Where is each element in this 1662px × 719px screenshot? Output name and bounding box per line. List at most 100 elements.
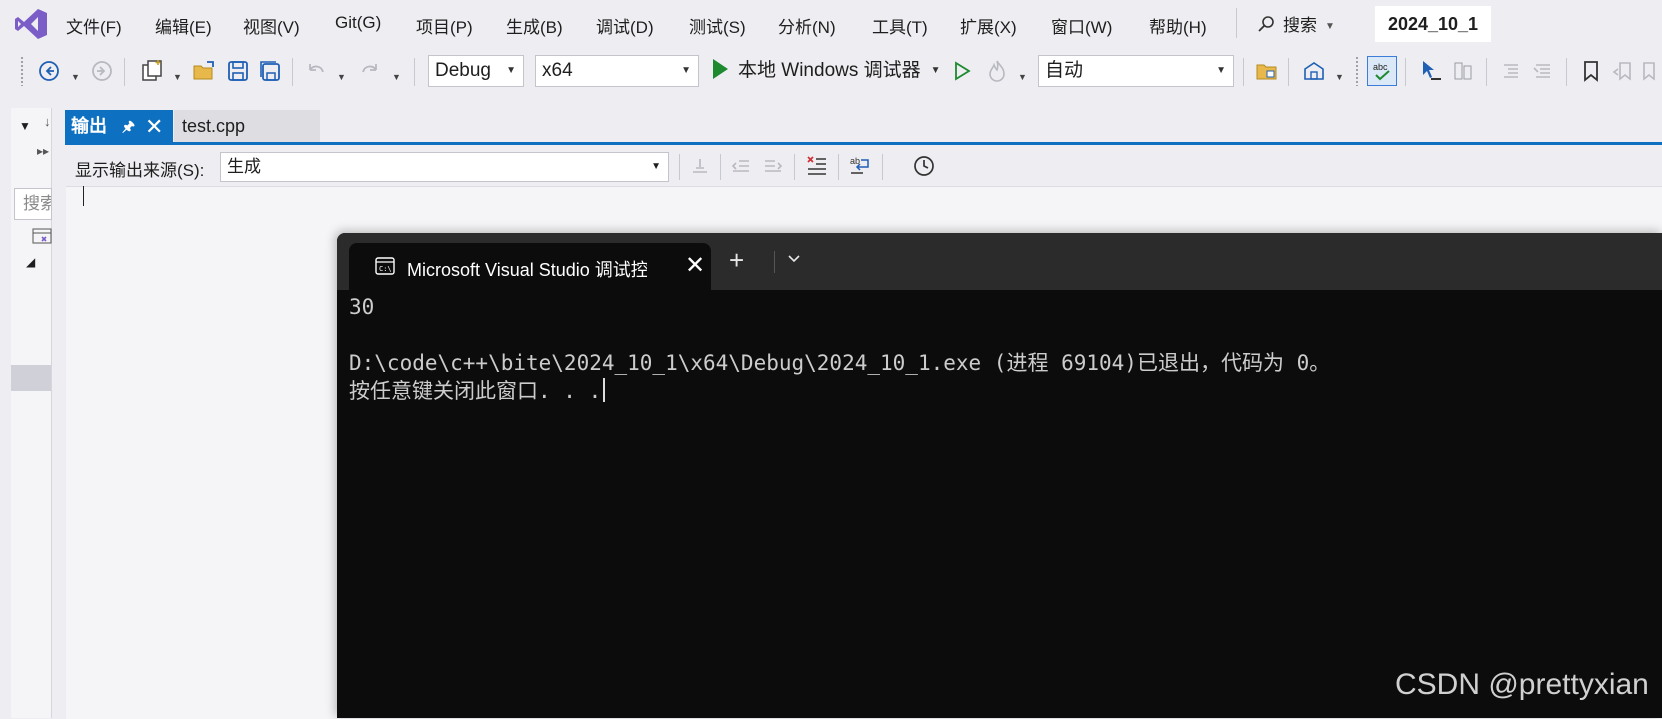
open-folder-icon[interactable] (191, 58, 217, 84)
chevron-down-icon: ▼ (681, 65, 691, 76)
start-without-debugging-icon[interactable] (949, 58, 975, 84)
tab-test-cpp[interactable]: test.cpp (174, 110, 320, 143)
menu-test[interactable]: 测试(S) (689, 13, 746, 38)
menu-help[interactable]: 帮助(H) (1149, 13, 1207, 38)
new-project-icon[interactable] (139, 58, 165, 84)
panel-pin-icon[interactable]: ↓ (44, 114, 51, 129)
chevron-down-icon: ▼ (651, 161, 661, 172)
solution-configuration-value: Debug (435, 60, 491, 81)
menu-debug[interactable]: 调试(D) (596, 13, 654, 38)
text-caret (83, 186, 84, 206)
redo-icon[interactable] (357, 58, 383, 84)
menu-analyze[interactable]: 分析(N) (778, 13, 836, 38)
play-icon (713, 59, 728, 79)
menu-file[interactable]: 文件(F) (66, 13, 122, 38)
menu-view[interactable]: 视图(V) (243, 13, 300, 38)
output-toolbar-divider (794, 154, 795, 180)
pointer-select-icon[interactable] (1418, 58, 1444, 84)
terminal-title-divider (774, 251, 775, 273)
clear-all-icon[interactable] (805, 154, 829, 178)
find-message-icon[interactable] (688, 154, 712, 178)
back-dropdown-icon[interactable]: ▼ (71, 72, 80, 82)
hot-reload-icon[interactable] (984, 58, 1010, 84)
chevron-down-icon[interactable]: ▼ (931, 65, 941, 76)
class-diagram-icon[interactable] (32, 228, 52, 246)
solution-platform-select[interactable]: x64 ▼ (535, 55, 699, 87)
uncomment-lines-icon[interactable] (1530, 58, 1556, 84)
menu-tools[interactable]: 工具(T) (872, 13, 928, 38)
search-button[interactable]: 搜索 ▼ (1257, 11, 1335, 36)
toolbar-divider (292, 58, 293, 86)
save-icon[interactable] (225, 58, 251, 84)
left-panel-selected-row[interactable] (11, 365, 51, 391)
panel-overflow-icon[interactable]: ▸▸ (37, 144, 49, 158)
left-panel-search-input[interactable]: 搜索 (14, 188, 52, 220)
terminal-line: 按任意键关闭此窗口. . . (349, 379, 602, 403)
previous-message-icon[interactable] (729, 154, 753, 178)
close-icon[interactable]: ✕ (145, 110, 163, 143)
terminal-prompt-line: 按任意键关闭此窗口. . . (349, 377, 1330, 405)
tree-expander-icon[interactable]: ◢ (26, 255, 35, 269)
next-message-icon[interactable] (761, 154, 785, 178)
next-bookmark-icon[interactable] (1640, 58, 1662, 84)
menu-build[interactable]: 生成(B) (506, 13, 563, 38)
output-source-label: 显示输出来源(S): (75, 161, 205, 180)
start-debugging-label: 本地 Windows 调试器 (738, 60, 921, 81)
toolbar-divider (1288, 58, 1289, 86)
search-icon (1258, 16, 1274, 32)
word-wrap-icon[interactable]: ab (848, 154, 872, 178)
terminal-line: 30 (349, 295, 375, 319)
auto-select-value: 自动 (1045, 60, 1084, 81)
solution-configuration-select[interactable]: Debug ▼ (428, 55, 524, 87)
class-view-icon[interactable] (1301, 58, 1327, 84)
tab-output[interactable]: 输出 🖈 ✕ (65, 110, 173, 143)
auto-select[interactable]: 自动 ▼ (1038, 55, 1234, 87)
menu-extensions[interactable]: 扩展(X) (960, 13, 1017, 38)
svg-text:abc: abc (1373, 62, 1388, 72)
bookmark-icon[interactable] (1578, 58, 1604, 84)
format-document-icon[interactable] (1450, 58, 1476, 84)
undo-dropdown-icon[interactable]: ▼ (337, 72, 346, 82)
previous-bookmark-icon[interactable] (1610, 58, 1636, 84)
chevron-down-icon[interactable] (786, 251, 802, 267)
solution-explorer-icon[interactable] (1254, 58, 1280, 84)
new-tab-plus-icon[interactable]: + (729, 247, 744, 273)
terminal-tab[interactable]: C:\ Microsoft Visual Studio 调试控制台 ✕ (349, 243, 711, 290)
toolbar-grip[interactable] (1355, 56, 1359, 86)
visual-studio-logo-icon[interactable] (14, 8, 48, 40)
class-view-dropdown-icon[interactable]: ▼ (1335, 72, 1344, 82)
menu-edit[interactable]: 编辑(E) (155, 13, 212, 38)
toolbar-grip[interactable] (20, 56, 24, 86)
timestamp-clock-icon[interactable] (912, 154, 936, 178)
console-icon: C:\ (375, 257, 395, 275)
navigate-back-icon[interactable] (36, 58, 62, 84)
start-debugging-button[interactable]: 本地 Windows 调试器 ▼ (713, 56, 941, 86)
watermark: CSDN @prettyxian (1395, 668, 1649, 701)
terminal-title-bar[interactable]: C:\ Microsoft Visual Studio 调试控制台 ✕ + (337, 233, 1662, 290)
panel-menu-dropdown-icon[interactable]: ▼ (19, 119, 31, 133)
spell-check-icon[interactable]: abc (1367, 56, 1397, 86)
comment-lines-icon[interactable] (1498, 58, 1524, 84)
menu-project[interactable]: 项目(P) (416, 13, 473, 38)
undo-icon[interactable] (303, 58, 329, 84)
new-dropdown-icon[interactable]: ▼ (173, 72, 182, 82)
hot-reload-dropdown-icon[interactable]: ▼ (1018, 72, 1027, 82)
toolbar-divider (124, 58, 125, 86)
toolbar-divider (414, 58, 415, 86)
output-toolbar-divider (838, 154, 839, 180)
navigate-forward-icon[interactable] (89, 58, 115, 84)
menu-git[interactable]: Git(G) (335, 13, 381, 33)
menu-window[interactable]: 窗口(W) (1051, 13, 1112, 38)
close-icon[interactable]: ✕ (685, 251, 705, 280)
menu-bar: 文件(F) 编辑(E) 视图(V) Git(G) 项目(P) 生成(B) 调试(… (0, 0, 1662, 48)
redo-dropdown-icon[interactable]: ▼ (392, 72, 401, 82)
toolbar-divider (1566, 58, 1567, 86)
debug-console-window[interactable]: C:\ Microsoft Visual Studio 调试控制台 ✕ + 30… (337, 233, 1662, 718)
terminal-output[interactable]: 30 D:\code\c++\bite\2024_10_1\x64\Debug\2… (349, 293, 1330, 405)
output-toolbar-divider (679, 154, 680, 180)
terminal-cursor (603, 378, 606, 402)
save-all-icon[interactable] (257, 58, 283, 84)
output-source-select[interactable]: 生成 ▼ (220, 152, 669, 182)
pin-icon[interactable]: 🖈 (122, 110, 135, 143)
